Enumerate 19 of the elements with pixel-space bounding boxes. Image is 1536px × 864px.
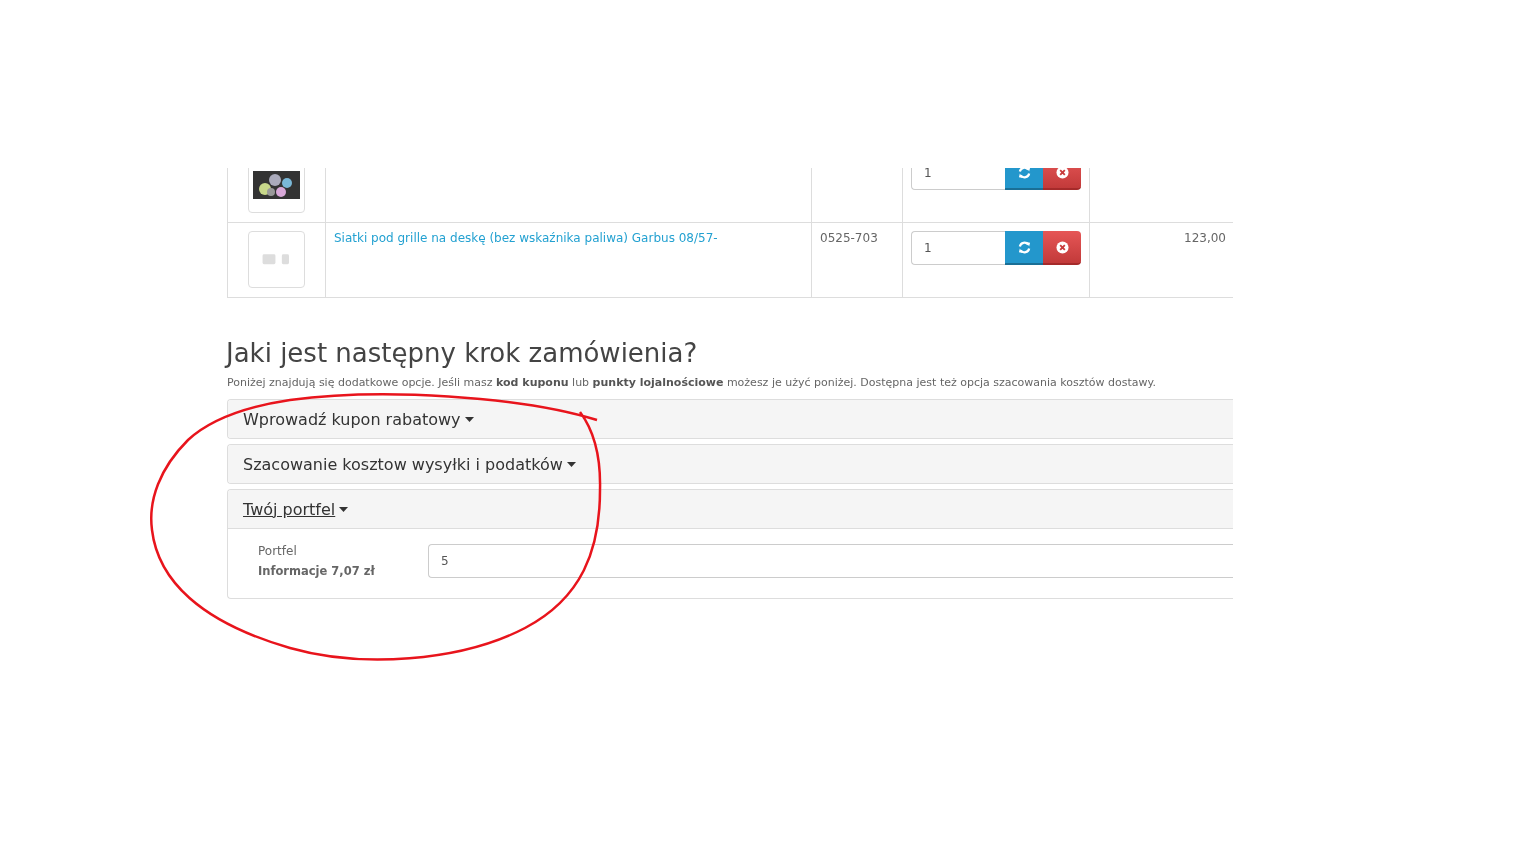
field-label: Portfel (258, 544, 298, 558)
wallet-info: Informacje 7,07 zł (258, 564, 376, 578)
update-button[interactable] (1005, 231, 1043, 265)
panel-toggle[interactable]: Wprowadź kupon rabatowy (243, 409, 474, 429)
close-icon (1055, 240, 1069, 254)
panel-toggle[interactable]: Szacowanie kosztow wysyłki i podatków (243, 454, 576, 474)
product-model: 0525-703 (820, 231, 878, 245)
product-price: 123,00 (1184, 231, 1226, 245)
wallet-amount-field[interactable]: 5 (428, 544, 1233, 578)
close-icon (1055, 168, 1069, 179)
intro-text: Poniżej znajdują się dodatkowe opcje. Jeśli masz kod kuponu lub punkty lojalnościowe możesz je użyć poniżej. Dostępna jest też opcja szacowania kosztów dostawy. (227, 376, 1158, 389)
caret-icon (339, 506, 349, 512)
remove-button[interactable] (1043, 231, 1081, 265)
refresh-icon (1017, 240, 1031, 254)
panel-toggle[interactable]: Twój portfel (243, 499, 349, 519)
section-title: Jaki jest następny krok zamówienia? (226, 338, 699, 368)
refresh-icon (1017, 168, 1031, 179)
caret-icon (566, 461, 576, 467)
caret-icon (464, 416, 474, 422)
